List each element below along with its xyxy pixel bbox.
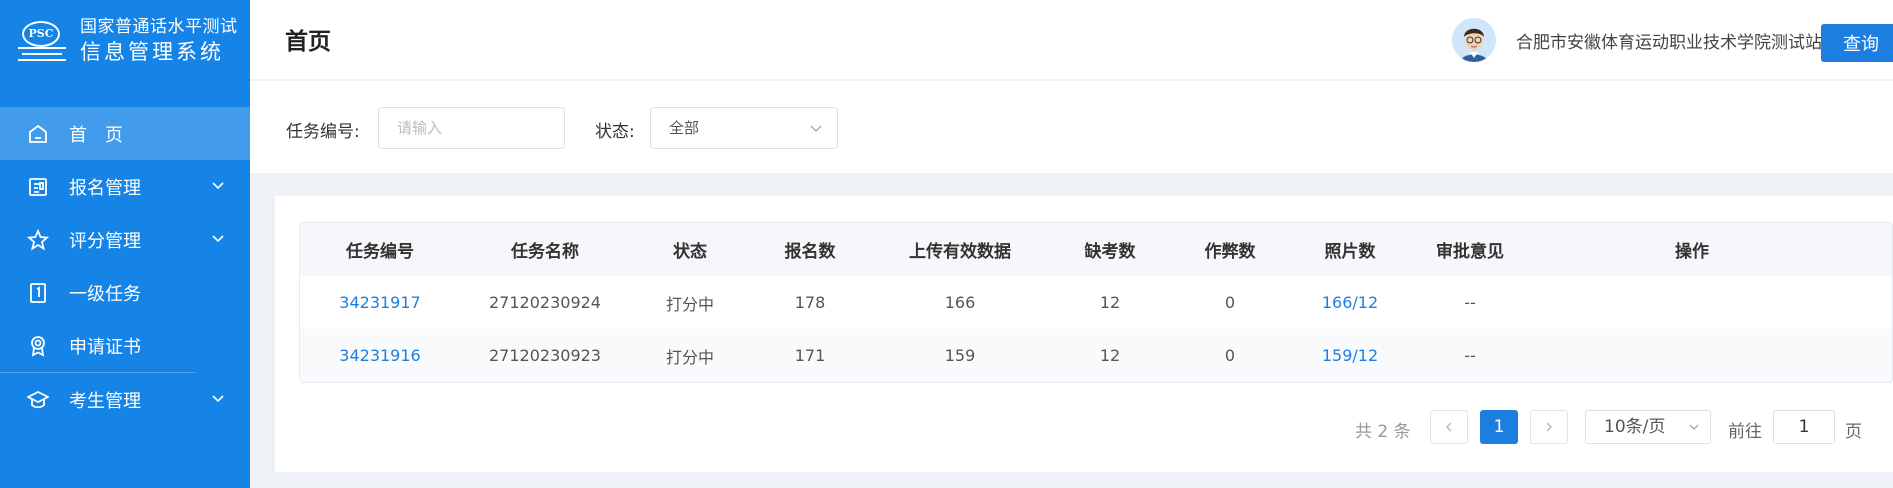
status-select-value: 全部 [669,119,700,137]
sidebar: PSC 国家普通话水平测试 信息管理系统 首 页 报名管理 评分管理 一级任务 … [0,0,250,488]
photos-link[interactable]: 166/12 [1290,293,1410,312]
registration-icon [27,176,49,198]
sidebar-item-label: 一级任务 [69,283,141,305]
approval-cell: -- [1464,293,1476,312]
task-id-input[interactable] [378,107,565,149]
approval-cell: -- [1464,346,1476,365]
sidebar-item-label: 首 页 [69,124,123,146]
page-number-current[interactable]: 1 [1480,410,1518,444]
pagination-total: 共 2 条 [1355,422,1411,442]
task-table: 任务编号 任务名称 状态 报名数 上传有效数据 缺考数 作弊数 照片数 审批意见… [299,222,1893,383]
valid-uploads-cell: 159 [944,346,976,365]
query-button[interactable]: 查询 [1821,24,1893,62]
chevron-down-icon [212,182,224,190]
task-list-card: 任务编号 任务名称 状态 报名数 上传有效数据 缺考数 作弊数 照片数 审批意见… [275,196,1893,472]
column-header-valid-uploads: 上传有效数据 [909,242,1011,262]
absent-cell: 12 [1099,346,1121,365]
psc-logo-icon: PSC [18,17,66,65]
column-header-actions: 操作 [1675,242,1709,262]
sidebar-item-scoring[interactable]: 评分管理 [0,213,250,266]
avatar [1452,18,1496,62]
prev-page-button[interactable] [1430,410,1468,444]
column-header-approval: 审批意见 [1436,242,1504,262]
goto-unit-label: 页 [1845,422,1862,442]
photos-link[interactable]: 159/12 [1290,346,1410,365]
graduation-cap-icon [27,389,49,411]
valid-uploads-cell: 166 [944,293,976,312]
task-id-link[interactable]: 34231917 [300,293,460,312]
status-cell: 打分中 [665,294,714,314]
goto-label: 前往 [1728,422,1762,442]
status-cell: 打分中 [665,347,714,367]
star-icon [27,228,49,251]
column-header-registered: 报名数 [784,242,836,262]
chevron-left-icon [1445,422,1452,432]
certificate-icon [27,335,49,357]
status-select[interactable]: 全部 [650,107,838,149]
page-size-select[interactable]: 10条/页 [1585,410,1711,444]
chevron-down-icon [1689,424,1699,430]
column-header-status: 状态 [673,242,707,262]
sidebar-item-label: 考生管理 [69,390,141,412]
column-header-task-name: 任务名称 [511,242,579,262]
column-header-task-id: 任务编号 [346,242,414,262]
registered-cell: 171 [794,346,826,365]
sidebar-item-label: 评分管理 [69,230,141,252]
sidebar-item-level-one-tasks[interactable]: 一级任务 [0,266,250,319]
sidebar-item-certificate[interactable]: 申请证书 [0,319,250,372]
page-title: 首页 [285,29,331,55]
table-row: 34231917 27120230924 打分中 178 166 12 0 16… [300,276,1892,329]
column-header-cheating: 作弊数 [1204,242,1256,262]
chevron-right-icon [1546,422,1553,432]
table-row: 34231916 27120230923 打分中 171 159 12 0 15… [300,329,1892,382]
home-icon [27,123,49,145]
app-title-line1: 国家普通话水平测试 [80,17,238,37]
sidebar-menu: 首 页 报名管理 评分管理 一级任务 申请证书 考生管理 [0,107,250,426]
task-id-label: 任务编号: [286,122,360,142]
sidebar-item-home[interactable]: 首 页 [0,107,250,160]
status-label: 状态: [595,122,635,142]
app-title-line2: 信息管理系统 [80,40,224,64]
chevron-down-icon [810,125,822,132]
pagination: 共 2 条 1 10条/页 前往 页 [275,410,1893,444]
logo-badge-text: PSC [22,21,60,47]
chevron-down-icon [212,395,224,403]
app-logo: PSC 国家普通话水平测试 信息管理系统 [0,0,250,82]
sidebar-item-candidates[interactable]: 考生管理 [0,373,250,426]
sidebar-item-label: 报名管理 [69,177,141,199]
next-page-button[interactable] [1530,410,1568,444]
absent-cell: 12 [1099,293,1121,312]
task-id-link[interactable]: 34231916 [300,346,460,365]
sidebar-item-label: 申请证书 [69,336,141,358]
column-header-absent: 缺考数 [1084,242,1136,262]
goto-page-input[interactable] [1773,410,1835,444]
user-name: 合肥市安徽体育运动职业技术学院测试站管理员 [1516,32,1873,53]
chevron-down-icon [212,235,224,243]
sidebar-item-registration[interactable]: 报名管理 [0,160,250,213]
registered-cell: 178 [794,293,826,312]
table-header-row: 任务编号 任务名称 状态 报名数 上传有效数据 缺考数 作弊数 照片数 审批意见… [300,223,1892,276]
column-header-photos: 照片数 [1324,242,1376,262]
task-name-cell: 27120230924 [489,293,601,312]
cheating-cell: 0 [1224,293,1236,312]
filter-bar: 任务编号: 状态: 全部 [250,81,1893,173]
page-size-value: 10条/页 [1604,417,1666,437]
task-name-cell: 27120230923 [489,346,601,365]
cheating-cell: 0 [1224,346,1236,365]
top-header: 首页 合肥市安徽体育运动职业技术学院测试站管理员 [250,0,1893,80]
task-icon [27,282,49,304]
